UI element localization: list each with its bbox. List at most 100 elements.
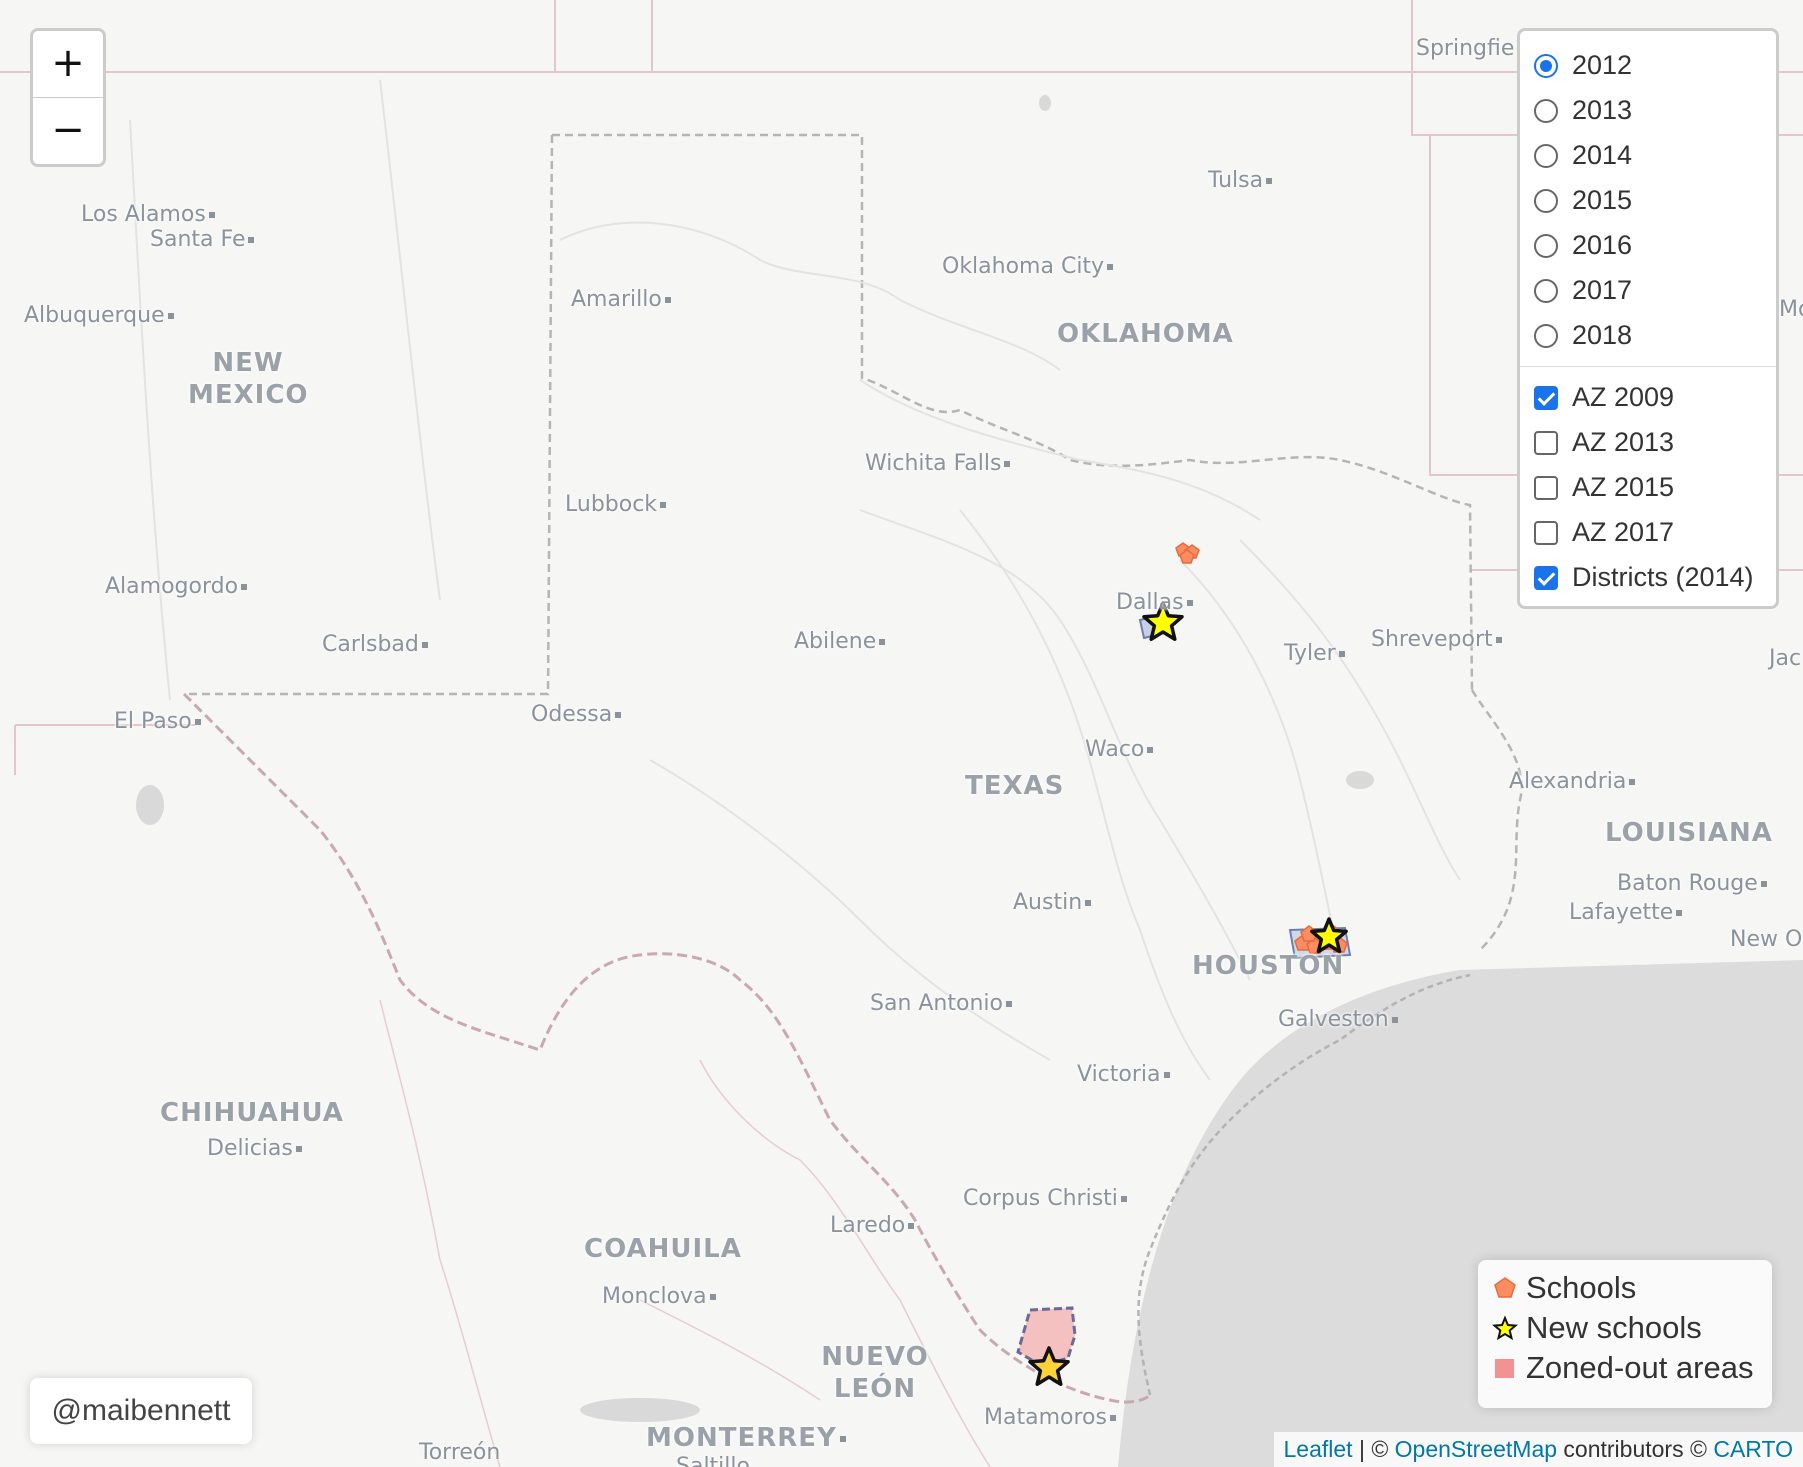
star-icon [1492, 1315, 1518, 1341]
square-swatch-icon [1495, 1359, 1514, 1378]
region-label: HOUSTON [1192, 951, 1345, 981]
city-label: Laredo [830, 1213, 914, 1238]
city-label: Carlsbad [322, 632, 428, 657]
city-label: Santa Fe [150, 227, 254, 252]
schools-dallas [1175, 542, 1200, 564]
overlay-az-2009[interactable]: AZ 2009 [1520, 375, 1776, 420]
osm-link[interactable]: OpenStreetMap [1395, 1436, 1557, 1462]
map-attribution: Leaflet | © OpenStreetMap contributors ©… [1273, 1432, 1803, 1467]
radio-icon[interactable] [1534, 323, 1558, 348]
city-label: New O [1730, 927, 1803, 952]
zoom-control: + − [30, 28, 106, 167]
legend-item-zoned-out: Zoned-out areas [1492, 1348, 1758, 1388]
attribution-text: contributors © [1557, 1436, 1714, 1462]
legend-item-schools: Schools [1492, 1268, 1758, 1308]
radio-icon[interactable] [1534, 143, 1558, 168]
city-label: Corpus Christi [963, 1186, 1127, 1211]
checkbox-icon[interactable] [1534, 520, 1558, 545]
year-option-2018[interactable]: 2018 [1520, 313, 1776, 358]
region-label: LOUISIANA [1605, 818, 1773, 848]
year-option-2015[interactable]: 2015 [1520, 178, 1776, 223]
year-option-2017[interactable]: 2017 [1520, 268, 1776, 313]
city-label: Los Alamos [81, 202, 215, 227]
city-label: Springfie [1416, 36, 1515, 61]
city-label: Albuquerque [24, 303, 174, 328]
city-label: Torreón [419, 1440, 501, 1465]
leaflet-link[interactable]: Leaflet [1284, 1436, 1353, 1462]
city-label: Alamogordo [105, 574, 247, 599]
overlay-label: AZ 2017 [1572, 517, 1675, 547]
year-label: 2016 [1572, 230, 1633, 260]
overlay-label: AZ 2009 [1572, 382, 1675, 412]
region-label: CHIHUAHUA [160, 1098, 344, 1128]
overlay-az-2017[interactable]: AZ 2017 [1520, 510, 1776, 555]
city-label: Wichita Falls [865, 451, 1010, 476]
year-option-2016[interactable]: 2016 [1520, 223, 1776, 268]
checkbox-icon[interactable] [1534, 475, 1558, 500]
checkbox-checked-icon[interactable] [1534, 385, 1558, 410]
year-option-2014[interactable]: 2014 [1520, 133, 1776, 178]
city-label: Monclova [602, 1284, 716, 1309]
radio-icon[interactable] [1534, 188, 1558, 213]
legend-label: Schools [1526, 1270, 1637, 1305]
zoom-out-button[interactable]: − [33, 98, 103, 164]
overlay-label: AZ 2015 [1572, 472, 1675, 502]
year-label: 2015 [1572, 185, 1633, 215]
year-label: 2017 [1572, 275, 1633, 305]
carto-link[interactable]: CARTO [1713, 1436, 1793, 1462]
city-label: Lubbock [565, 492, 666, 517]
region-label: TEXAS [965, 771, 1065, 801]
city-label: Alexandria [1509, 769, 1635, 794]
legend-label: New schools [1526, 1310, 1702, 1345]
city-label: Saltillo [676, 1454, 750, 1467]
radio-icon[interactable] [1534, 278, 1558, 303]
city-label: Delicias [207, 1136, 302, 1161]
city-label: Waco [1085, 737, 1153, 762]
region-label: NEW MEXICO [188, 348, 309, 410]
legend-item-new-schools: New schools [1492, 1308, 1758, 1348]
city-label: Tulsa [1208, 168, 1272, 193]
layer-control: 2012 2013 2014 2015 2016 2017 2018 AZ 20… [1517, 28, 1779, 609]
year-label: 2018 [1572, 320, 1633, 350]
city-label: Dallas [1116, 590, 1193, 615]
city-label: Jac [1769, 646, 1802, 671]
legend-label: Zoned-out areas [1526, 1350, 1754, 1385]
year-option-2013[interactable]: 2013 [1520, 88, 1776, 133]
city-label: Tyler [1284, 641, 1345, 666]
overlay-districts-2014[interactable]: Districts (2014) [1520, 555, 1776, 600]
city-label: Abilene [794, 629, 885, 654]
checkbox-checked-icon[interactable] [1534, 565, 1558, 590]
radio-icon[interactable] [1534, 233, 1558, 258]
city-label: Oklahoma City [942, 254, 1113, 279]
city-label: Shreveport [1371, 627, 1502, 652]
city-label: Amarillo [571, 287, 671, 312]
year-label: 2014 [1572, 140, 1633, 170]
city-label: Matamoros [984, 1405, 1116, 1430]
year-label: 2013 [1572, 95, 1633, 125]
checkbox-icon[interactable] [1534, 430, 1558, 455]
pentagon-icon [1494, 1277, 1516, 1298]
city-label: Galveston [1278, 1007, 1398, 1032]
region-label: NUEVO LEÓN [821, 1342, 929, 1404]
author-credit: @maibennett [30, 1378, 252, 1444]
map-legend: Schools New schools Zoned-out areas [1478, 1260, 1772, 1408]
map-container[interactable]: Los Alamos Santa Fe Albuquerque Amarillo… [0, 0, 1803, 1467]
radio-selected-icon[interactable] [1534, 53, 1558, 78]
year-label: 2012 [1572, 50, 1633, 80]
overlay-label: Districts (2014) [1572, 562, 1754, 592]
city-label: El Paso [114, 709, 201, 734]
city-label: Mo [1779, 297, 1803, 322]
zoom-in-button[interactable]: + [33, 31, 103, 98]
region-label: COAHUILA [584, 1234, 742, 1264]
overlay-az-2013[interactable]: AZ 2013 [1520, 420, 1776, 465]
attribution-text: | © [1352, 1436, 1395, 1462]
overlay-az-2015[interactable]: AZ 2015 [1520, 465, 1776, 510]
layer-separator [1520, 366, 1776, 367]
city-label: Lafayette [1569, 900, 1682, 925]
year-option-2012[interactable]: 2012 [1520, 43, 1776, 88]
overlay-label: AZ 2013 [1572, 427, 1675, 457]
city-label: Austin [1013, 890, 1091, 915]
radio-icon[interactable] [1534, 98, 1558, 123]
city-label: San Antonio [870, 991, 1012, 1016]
region-label: OKLAHOMA [1057, 319, 1234, 349]
